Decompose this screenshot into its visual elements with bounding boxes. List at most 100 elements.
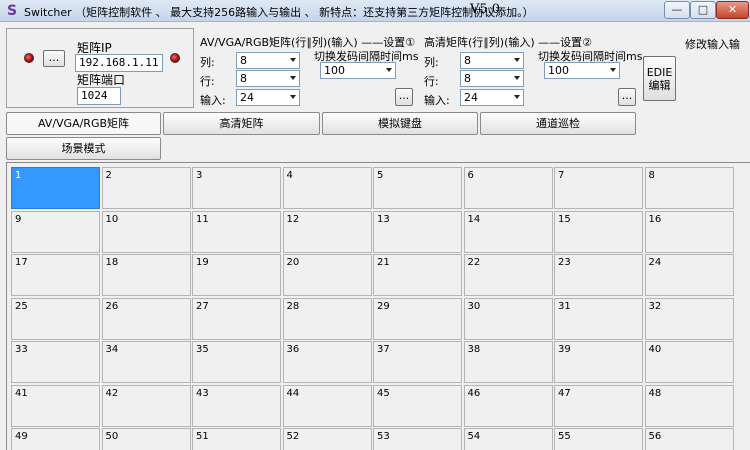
chevron-down-icon [386,68,392,72]
channel-cell[interactable]: 14 [463,210,553,253]
hd-browse-button[interactable]: ... [618,88,636,106]
av-row-select[interactable]: 8 [236,70,300,87]
channel-cell[interactable]: 37 [373,341,462,383]
tab-hd-matrix[interactable]: 高清矩阵 [163,112,320,135]
minimize-button[interactable]: — [664,1,690,19]
channel-cell[interactable]: 36 [282,341,372,383]
chevron-down-icon [514,58,520,62]
connection-browse-button[interactable]: ... [43,50,65,67]
hd-col-label: 列: [424,56,439,69]
channel-cell[interactable]: 10 [101,210,191,253]
tab-channel-patrol[interactable]: 通道巡检 [480,112,636,135]
channel-cell[interactable]: 4 [282,167,372,209]
av-input-select[interactable]: 24 [236,89,300,106]
channel-cell[interactable]: 31 [554,297,643,340]
channel-cell[interactable]: 6 [463,167,553,209]
channel-cell[interactable]: 52 [282,428,372,450]
channel-cell[interactable]: 9 [11,210,100,253]
channel-cell[interactable]: 56 [644,428,734,450]
av-col-value: 8 [240,54,247,67]
hd-row-value: 8 [464,72,471,85]
channel-cell[interactable]: 34 [101,341,191,383]
av-interval-select[interactable]: 100 [320,62,396,79]
channel-cell[interactable]: 27 [192,297,281,340]
channel-cell[interactable]: 43 [192,384,281,427]
channel-cell[interactable]: 42 [101,384,191,427]
av-browse-button[interactable]: ... [395,88,413,106]
channel-cell[interactable]: 30 [463,297,553,340]
edie-edit-line1: EDIE [646,66,673,79]
channel-cell[interactable]: 55 [554,428,643,450]
channel-cell[interactable]: 5 [373,167,462,209]
hd-row-label: 行: [424,75,439,88]
channel-cell[interactable]: 46 [463,384,553,427]
channel-cell[interactable]: 23 [554,254,643,296]
channel-grid: 1 2 3 4 5 6 7 8 9 10 11 12 13 14 15 16 17 18 19 20 21 22 23 24 2… [6,162,750,450]
av-input-value: 24 [240,91,254,104]
channel-cell[interactable]: 24 [644,254,734,296]
channel-cell[interactable]: 11 [192,210,281,253]
edie-edit-button[interactable]: EDIE 编辑 [643,56,676,101]
channel-cell[interactable]: 20 [282,254,372,296]
channel-cell[interactable]: 26 [101,297,191,340]
chevron-down-icon [514,95,520,99]
channel-cell[interactable]: 28 [282,297,372,340]
channel-cell[interactable]: 3 [192,167,281,209]
tab-av-vga-rgb[interactable]: AV/VGA/RGB矩阵 [6,112,161,135]
channel-cell[interactable]: 38 [463,341,553,383]
channel-cell[interactable]: 13 [373,210,462,253]
tab-scene-mode[interactable]: 场景模式 [6,137,161,160]
channel-cell[interactable]: 2 [101,167,191,209]
channel-cell[interactable]: 15 [554,210,643,253]
hd-col-select[interactable]: 8 [460,52,524,69]
channel-cell[interactable]: 44 [282,384,372,427]
edie-edit-line2: 编辑 [648,79,671,92]
channel-cell[interactable]: 16 [644,210,734,253]
port-input[interactable]: 1024 [77,87,121,105]
channel-cell[interactable]: 7 [554,167,643,209]
av-input-label: 输入: [200,94,226,107]
channel-cell[interactable]: 19 [192,254,281,296]
av-row-value: 8 [240,72,247,85]
channel-cell[interactable]: 47 [554,384,643,427]
maximize-button[interactable]: □ [690,1,716,19]
ip-input[interactable]: 192.168.1.11 [75,54,163,72]
channel-cell[interactable]: 1 [11,167,100,209]
channel-cell[interactable]: 18 [101,254,191,296]
hd-interval-select[interactable]: 100 [544,62,620,79]
hd-input-value: 24 [464,91,478,104]
channel-cell[interactable]: 8 [644,167,734,209]
channel-cell[interactable]: 54 [463,428,553,450]
channel-cell[interactable]: 25 [11,297,100,340]
channel-cell[interactable]: 39 [554,341,643,383]
channel-cell[interactable]: 35 [192,341,281,383]
channel-cell[interactable]: 45 [373,384,462,427]
av-col-select[interactable]: 8 [236,52,300,69]
connection-panel: ... 矩阵IP 192.168.1.11 矩阵端口 1024 [6,28,194,108]
channel-cell[interactable]: 17 [11,254,100,296]
channel-cell[interactable]: 32 [644,297,734,340]
channel-cell[interactable]: 53 [373,428,462,450]
status-led-icon [24,53,34,63]
hd-row-select[interactable]: 8 [460,70,524,87]
modify-input-label: 修改输入输 [685,38,740,51]
chevron-down-icon [610,68,616,72]
channel-cell[interactable]: 12 [282,210,372,253]
hd-interval-value: 100 [548,64,569,77]
window-title: Switcher （矩阵控制软件 、 最大支持256路输入与输出 、 新特点：还… [24,6,534,19]
channel-cell[interactable]: 48 [644,384,734,427]
channel-cell[interactable]: 33 [11,341,100,383]
chevron-down-icon [514,76,520,80]
close-button[interactable]: ✕ [716,1,749,19]
channel-cell[interactable]: 49 [11,428,100,450]
channel-cell[interactable]: 22 [463,254,553,296]
channel-cell[interactable]: 40 [644,341,734,383]
channel-cell[interactable]: 21 [373,254,462,296]
channel-cell[interactable]: 41 [11,384,100,427]
channel-cell[interactable]: 29 [373,297,462,340]
tab-virtual-keyboard[interactable]: 模拟键盘 [322,112,478,135]
channel-cell[interactable]: 51 [192,428,281,450]
hd-input-select[interactable]: 24 [460,89,524,106]
channel-cell[interactable]: 50 [101,428,191,450]
port-label: 矩阵端口 [77,73,126,87]
